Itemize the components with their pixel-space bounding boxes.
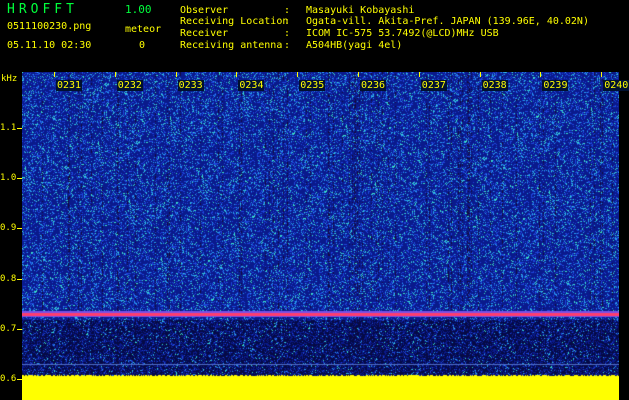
time-tick-mark (358, 72, 359, 77)
app-title: HROFFT (7, 2, 78, 17)
frequency-tick-label: 0.6 (0, 374, 17, 384)
frequency-tick-mark (17, 379, 22, 380)
frequency-tick-label: 0.8 (0, 273, 17, 284)
file-timestamp: 05.11.10 02:30 (7, 40, 92, 51)
time-tick-mark (297, 72, 299, 77)
time-tick-label: 0232 (116, 80, 143, 91)
time-tick-label: 0238 (481, 80, 508, 91)
time-tick-mark (418, 72, 420, 77)
info-key-antenna: Receiving antenna (180, 40, 283, 51)
frequency-axis (0, 72, 22, 400)
info-value-receiver: ICOM IC-575 53.7492(@LCD)MHz USB (306, 28, 499, 39)
time-tick-label: 0237 (420, 80, 447, 91)
frequency-unit: kHz (1, 74, 18, 84)
time-tick-label: 0235 (299, 80, 326, 91)
frequency-tick-label: 1.0 (0, 173, 17, 184)
time-tick-label: 0234 (238, 80, 265, 91)
frequency-tick-mark (17, 228, 22, 230)
info-sep: : (284, 5, 291, 16)
info-sep: : (284, 16, 291, 27)
app-version: 1.00 (125, 3, 152, 16)
header-panel: HROFFT 1.00 0511100230.png 05.11.10 02:3… (0, 0, 629, 72)
time-tick-mark (114, 72, 116, 77)
spectrogram-noise (22, 72, 619, 400)
frequency-tick-mark (17, 178, 22, 180)
info-key-observer: Observer (180, 5, 229, 16)
spectrogram (22, 72, 619, 400)
frequency-tick-label: 0.7 (0, 323, 17, 334)
time-tick-mark (175, 72, 177, 77)
time-tick-mark (479, 72, 481, 77)
meteor-count: 0 (139, 40, 146, 51)
time-tick-mark (601, 72, 603, 77)
time-tick-label: 0239 (542, 80, 569, 91)
frequency-tick-mark (17, 278, 22, 280)
time-tick-mark (236, 72, 238, 77)
time-tick-label: 0240 (603, 80, 629, 91)
frequency-tick-label: 0.9 (0, 223, 17, 234)
info-sep: : (284, 28, 291, 39)
info-value-location: Ogata-vill. Akita-Pref. JAPAN (139.96E, … (306, 16, 589, 27)
info-value-antenna: A504HB(yagi 4el) (306, 40, 403, 51)
info-sep: : (284, 40, 291, 51)
time-tick-mark (54, 72, 55, 77)
frequency-tick-label: 1.1 (0, 123, 17, 133)
info-value-observer: Masayuki Kobayashi (306, 5, 415, 16)
right-margin (619, 72, 629, 400)
info-key-location: Receiving Location (180, 16, 289, 27)
frequency-tick-mark (17, 328, 22, 330)
file-name: 0511100230.png (7, 21, 92, 32)
frequency-tick-mark (17, 128, 22, 129)
time-tick-label: 0233 (177, 80, 204, 91)
info-key-receiver: Receiver (180, 28, 229, 39)
time-tick-mark (540, 72, 542, 77)
time-tick-label: 0231 (56, 80, 83, 91)
meteor-label: meteor (125, 24, 162, 35)
time-tick-label: 0236 (360, 80, 387, 91)
